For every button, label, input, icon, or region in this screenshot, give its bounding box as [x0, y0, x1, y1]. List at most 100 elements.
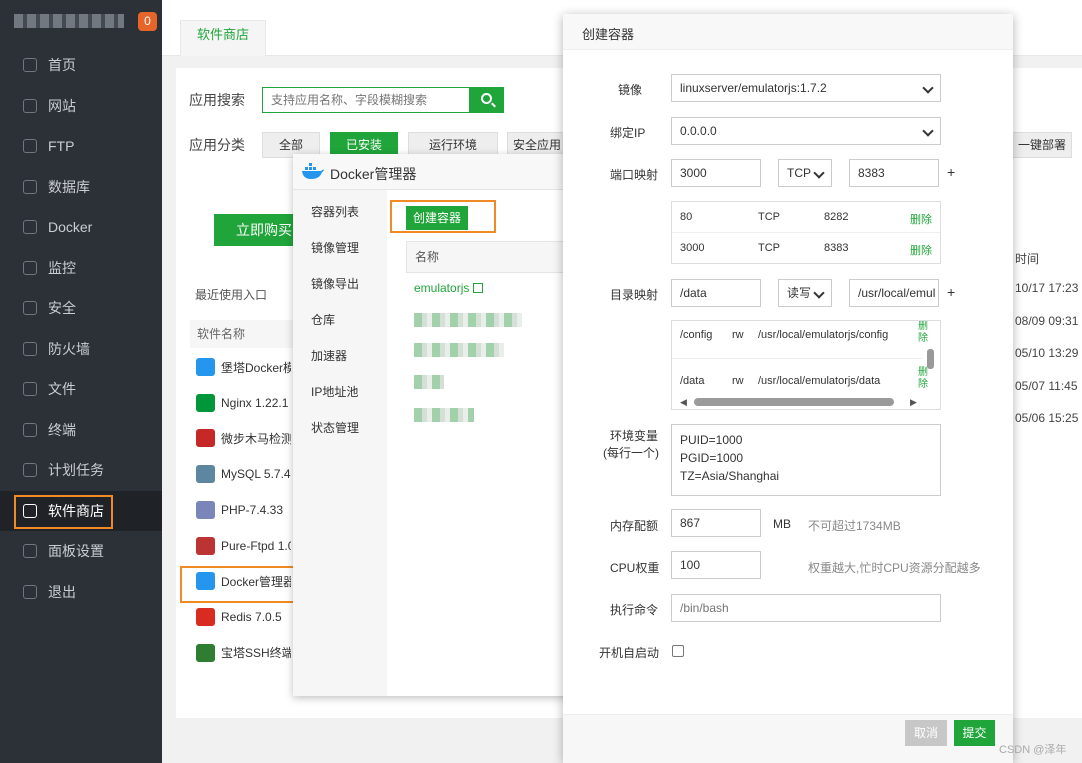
memory-input[interactable]: 867 [671, 509, 761, 537]
sidebar-header: 0 [0, 0, 162, 44]
cpu-input[interactable]: 100 [671, 551, 761, 579]
table-row: /data rw /usr/local/emulatorjs/data 删除 [672, 367, 928, 398]
blurred-row [414, 408, 474, 422]
autostart-checkbox[interactable] [672, 645, 684, 657]
software-row[interactable]: Redis 7.0.5 [196, 607, 282, 627]
add-port-button[interactable]: + [947, 164, 955, 180]
vertical-scrollbar[interactable] [927, 349, 934, 369]
software-row[interactable]: MySQL 5.7.42 [196, 464, 291, 484]
shield-icon [23, 301, 37, 315]
docker-menu-item[interactable]: IP地址池 [311, 383, 358, 400]
cancel-button[interactable]: 取消 [905, 720, 947, 746]
add-dir-button[interactable]: + [947, 284, 955, 300]
docker-menu [293, 190, 387, 696]
sidebar-item-label: 文件 [48, 381, 76, 397]
firewall-icon [23, 341, 37, 356]
sidebar-item-13[interactable]: 退出 [0, 572, 162, 612]
sidebar-item-9[interactable]: 终端 [0, 410, 162, 450]
software-icon [196, 607, 215, 626]
software-name: Nginx 1.22.1 [221, 395, 289, 410]
sidebar-item-5[interactable]: 监控 [0, 248, 162, 288]
command-input[interactable] [671, 594, 941, 622]
container-name-header: 名称 [406, 241, 586, 273]
submit-button[interactable]: 提交 [954, 720, 995, 746]
software-row[interactable]: 堡塔Docker模 [196, 357, 291, 377]
env-textarea[interactable]: PUID=1000 PGID=1000 TZ=Asia/Shanghai [671, 424, 941, 496]
dir-host: /config [680, 329, 713, 341]
software-row[interactable]: 微步木马检测 [196, 428, 291, 448]
gear-icon [23, 544, 37, 558]
delete-port-button[interactable]: 删除 [910, 211, 932, 227]
table-row: 80 TCP 8282 删除 [672, 202, 940, 233]
docker-menu-item[interactable]: 仓库 [311, 311, 335, 328]
search-button[interactable] [470, 87, 504, 113]
sidebar-item-3[interactable]: 数据库 [0, 167, 162, 207]
bind-ip-select[interactable]: 0.0.0.0 [671, 117, 941, 145]
one-click-deploy-button[interactable]: 一键部署 [1012, 132, 1072, 158]
dir-mode: rw [732, 329, 744, 341]
port-container-input[interactable]: 8383 [849, 159, 939, 187]
ftp-icon [23, 139, 37, 153]
container-name-link[interactable]: emulatorjs [414, 281, 483, 295]
sidebar-item-label: FTP [48, 138, 75, 154]
software-row[interactable]: Nginx 1.22.1 [196, 393, 288, 413]
folder-icon [23, 382, 37, 396]
search-input[interactable] [262, 87, 470, 113]
docker-icon [23, 220, 37, 234]
software-name: MySQL 5.7.42 [221, 467, 291, 482]
blurred-row [414, 375, 444, 389]
docker-menu-item[interactable]: 镜像管理 [311, 239, 359, 256]
clock-icon [23, 463, 37, 477]
blurred-server-name [14, 14, 124, 28]
software-name: PHP-7.4.33 [221, 502, 284, 517]
blurred-row [414, 343, 504, 357]
container-name[interactable]: emulatorjs [414, 281, 469, 295]
sidebar-item-4[interactable]: Docker [0, 207, 162, 247]
docker-menu-item[interactable]: 加速器 [311, 347, 347, 364]
sidebar-item-0[interactable]: 首页 [0, 45, 162, 85]
sidebar-item-8[interactable]: 文件 [0, 369, 162, 409]
docker-menu-item[interactable]: 状态管理 [311, 419, 359, 436]
delete-dir-button[interactable]: 删除 [918, 367, 928, 391]
tab-software-store[interactable]: 软件商店 [180, 20, 267, 56]
edit-icon[interactable] [472, 283, 483, 293]
sidebar-item-7[interactable]: 防火墙 [0, 329, 162, 369]
install-time: 05/10 13:29 [1015, 346, 1079, 360]
sidebar-item-2[interactable]: FTP [0, 126, 162, 166]
dir-host: /data [680, 375, 705, 387]
sidebar-item-12[interactable]: 面板设置 [0, 531, 162, 571]
sidebar-item-label: 面板设置 [48, 543, 104, 559]
port-host: 3000 [680, 242, 705, 254]
dir-mode-select[interactable]: 读写 [778, 279, 832, 307]
docker-menu-item[interactable]: 镜像导出 [311, 275, 359, 292]
table-row: 3000 TCP 8383 删除 [672, 233, 940, 264]
software-row[interactable]: Pure-Ftpd 1.0 [196, 536, 291, 556]
horizontal-scrollbar[interactable] [694, 398, 894, 406]
delete-port-button[interactable]: 删除 [910, 242, 932, 258]
table-row: /config rw /usr/local/emulatorjs/config … [672, 321, 928, 359]
dir-host-input[interactable]: /data [671, 279, 761, 307]
port-protocol-select[interactable]: TCP [778, 159, 832, 187]
dialog-title: 创建容器 [582, 27, 635, 42]
software-row[interactable]: PHP-7.4.33 [196, 500, 283, 520]
sidebar-item-1[interactable]: 网站 [0, 86, 162, 126]
docker-menu-item[interactable]: 容器列表 [311, 203, 359, 220]
dir-container: /usr/local/emulatorjs/data [758, 375, 881, 387]
scroll-left-icon[interactable]: ◀ [680, 397, 687, 408]
sidebar-item-6[interactable]: 安全 [0, 288, 162, 328]
docker-manager-titlebar: Docker管理器 [293, 154, 593, 190]
search-icon [481, 93, 492, 104]
notification-badge[interactable]: 0 [138, 12, 157, 31]
database-icon [23, 179, 37, 194]
delete-dir-button[interactable]: 删除 [918, 321, 928, 345]
scroll-right-icon[interactable]: ▶ [910, 397, 917, 408]
dir-container-input[interactable]: /usr/local/emul [849, 279, 939, 307]
image-select[interactable]: linuxserver/emulatorjs:1.7.2 [671, 74, 941, 102]
sidebar-item-10[interactable]: 计划任务 [0, 450, 162, 490]
search-label: 应用搜索 [189, 92, 245, 108]
software-name: 堡塔Docker模 [221, 360, 291, 375]
install-time: 05/06 15:25 [1015, 411, 1079, 425]
env-line: PGID=1000 [680, 451, 744, 465]
port-host-input[interactable]: 3000 [671, 159, 761, 187]
software-row[interactable]: 宝塔SSH终端 [196, 643, 291, 663]
